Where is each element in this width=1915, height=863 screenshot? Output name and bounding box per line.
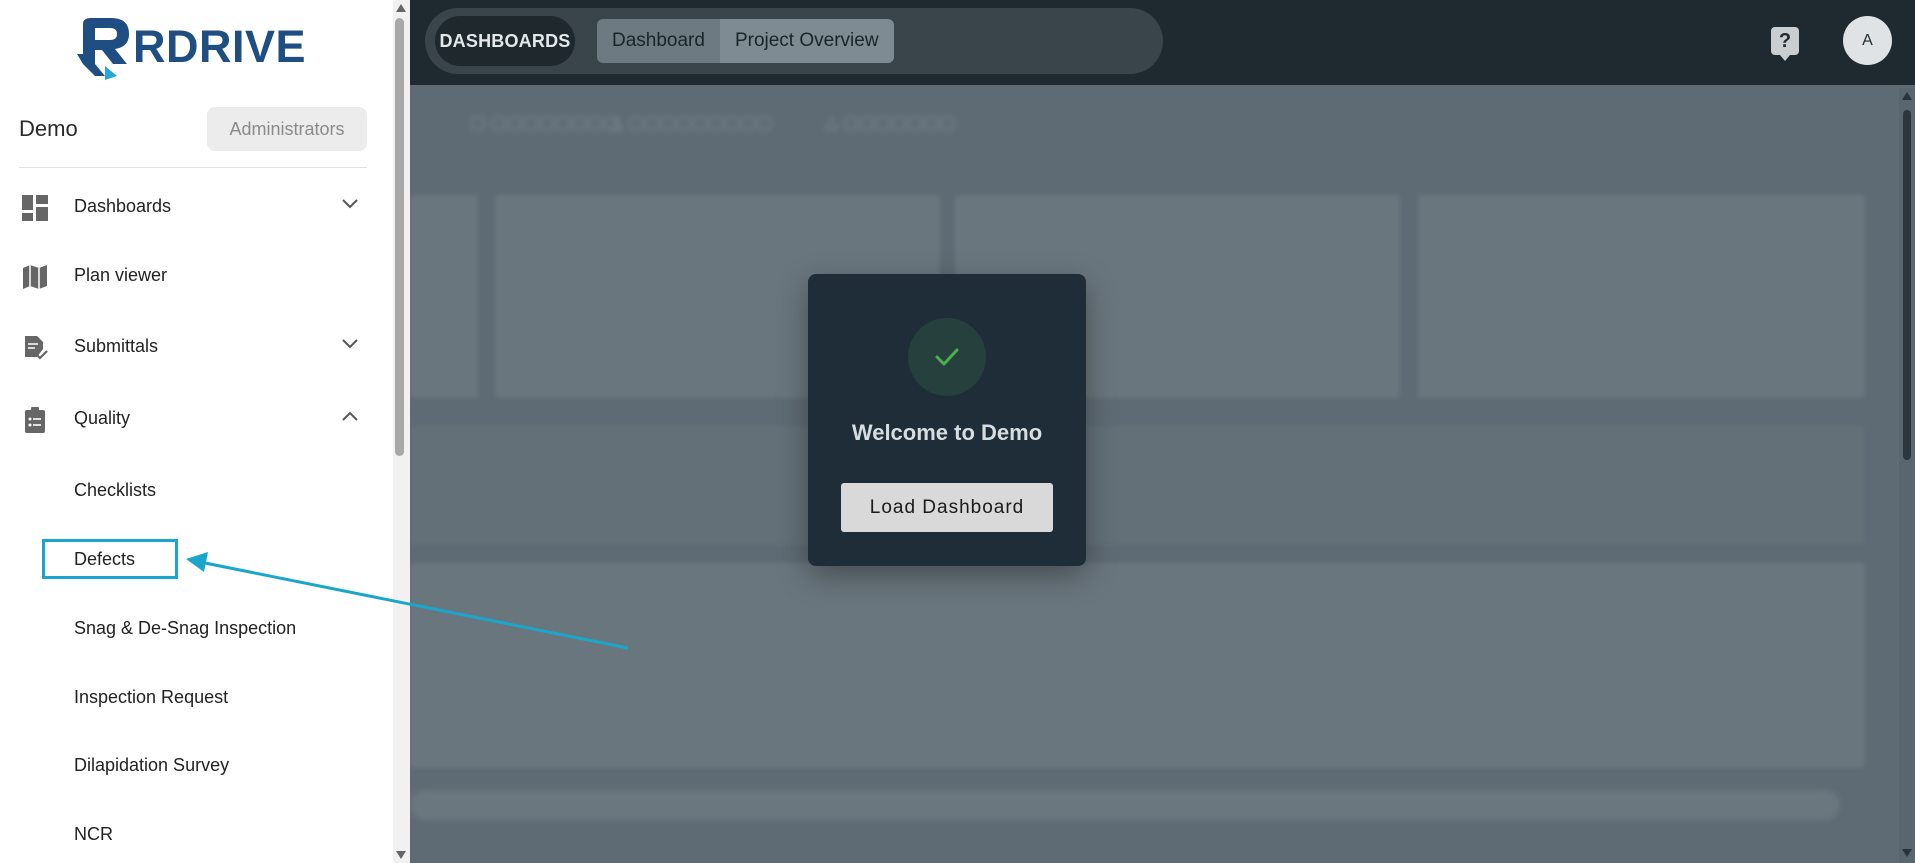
role-badge[interactable]: Administrators (207, 107, 367, 151)
scroll-thumb[interactable] (395, 18, 404, 456)
help-icon[interactable]: ? (1771, 27, 1799, 61)
sidebar-item-submittals[interactable]: Submittals (0, 322, 370, 372)
sidebar-item-label: Plan viewer (74, 265, 168, 285)
sidebar-subitem-snag-inspection[interactable]: Snag & De-Snag Inspection (74, 618, 296, 639)
success-badge (908, 318, 986, 396)
document-check-icon (25, 336, 48, 360)
blurred-card (1418, 195, 1865, 398)
welcome-dialog: Welcome to Demo Load Dashboard (808, 274, 1086, 566)
annotation-highlight-box (42, 539, 178, 579)
sidebar-subitem-ncr[interactable]: NCR (74, 824, 113, 845)
main-scrollbar[interactable] (1899, 88, 1915, 863)
tab-dashboard[interactable]: Dashboard (597, 19, 720, 63)
chevron-down-icon (342, 339, 358, 349)
map-icon (23, 265, 47, 289)
sidebar-subitem-inspection-request[interactable]: Inspection Request (74, 687, 228, 708)
load-dashboard-button[interactable]: Load Dashboard (841, 483, 1053, 532)
scroll-up-arrow-icon[interactable] (1902, 92, 1912, 100)
navigation-drawer: RDRIVE Demo Administrators Dashboards Pl… (0, 0, 410, 863)
sidebar-item-dashboards[interactable]: Dashboards (0, 182, 370, 232)
sidebar-subitem-dilapidation-survey[interactable]: Dilapidation Survey (74, 755, 229, 776)
scroll-thumb[interactable] (1903, 110, 1911, 460)
organization-name: Demo (19, 116, 78, 141)
chevron-up-icon (342, 411, 358, 421)
sidebar-item-label: Dashboards (74, 196, 172, 216)
chevron-down-icon (342, 199, 358, 209)
scroll-up-arrow-icon[interactable] (396, 4, 406, 12)
blurred-toolbar: ▢ ▢▢▢▢▢▢▢▢ △ ▢▢▢▢▢▢▢▢▢ △ ▢▢▢▢▢▢▢ (470, 113, 956, 132)
app-logo: RDRIVE (75, 12, 306, 82)
sidebar-item-label: Quality (74, 408, 131, 428)
sidebar-item-label: Submittals (74, 336, 159, 356)
clipboard-list-icon (25, 407, 45, 433)
sidebar-item-quality[interactable]: Quality (0, 394, 370, 444)
check-icon (935, 348, 959, 366)
blurred-card (410, 425, 1865, 545)
scroll-down-arrow-icon[interactable] (396, 851, 406, 859)
sidebar-scrollbar[interactable] (393, 0, 410, 863)
logo-wordmark: RDRIVE (133, 21, 307, 72)
user-avatar[interactable]: A (1843, 16, 1892, 65)
dashboard-icon (22, 195, 48, 221)
dialog-title: Welcome to Demo (851, 420, 1043, 445)
sidebar-item-plan-viewer[interactable]: Plan viewer (0, 251, 370, 301)
blurred-bar (410, 790, 1840, 820)
dashboard-tabs: Dashboard Project Overview (597, 19, 894, 63)
blurred-card (410, 195, 478, 398)
scroll-down-arrow-icon[interactable] (1902, 849, 1912, 857)
divider (19, 167, 367, 168)
sidebar-subitem-checklists[interactable]: Checklists (74, 480, 156, 501)
logo-mark-icon (77, 18, 129, 80)
blurred-card (410, 563, 1865, 768)
tab-project-overview[interactable]: Project Overview (719, 19, 894, 63)
dashboards-module-button[interactable]: DASHBOARDS (435, 16, 575, 66)
